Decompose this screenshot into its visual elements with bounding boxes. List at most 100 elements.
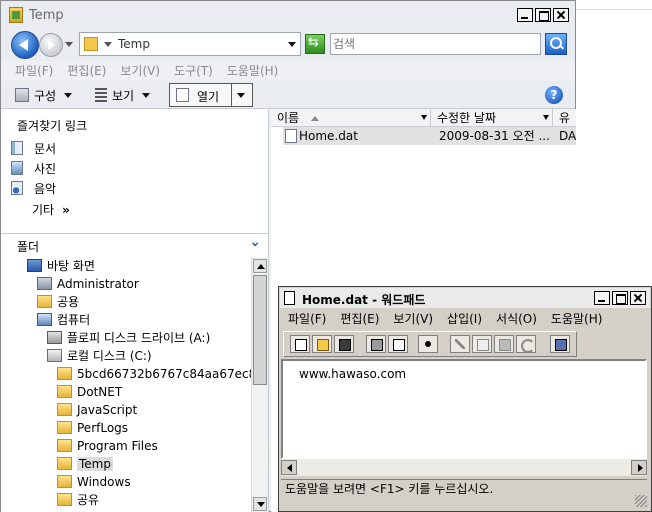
views-button[interactable]: 보기 (95, 86, 151, 104)
music-icon (11, 181, 23, 195)
tree-item-administrator[interactable]: Administrator (37, 275, 139, 292)
desktop-icon (27, 259, 42, 272)
new-document-icon[interactable] (290, 335, 310, 353)
wordpad-icon (284, 291, 295, 305)
column-name[interactable]: 이름 (271, 109, 431, 127)
tree-item-javascript[interactable]: JavaScript (57, 401, 137, 418)
document-text[interactable]: www.hawaso.com (299, 367, 406, 381)
organize-button[interactable]: 구성 (15, 86, 73, 104)
menu-file[interactable]: 파일(F) (15, 61, 53, 81)
recent-pages-dropdown-icon[interactable] (65, 42, 73, 47)
documents-icon (11, 141, 23, 155)
tree-item-temp[interactable]: Temp (57, 455, 113, 472)
resize-grip-icon[interactable] (635, 495, 647, 507)
tree-item-windows[interactable]: Windows (57, 473, 131, 490)
folder-icon (57, 385, 72, 398)
find-binoculars-icon[interactable] (418, 335, 438, 353)
search-field[interactable] (330, 33, 541, 55)
folder-icon (84, 37, 98, 51)
search-icon[interactable] (545, 33, 567, 55)
tree-item-program-files[interactable]: Program Files (57, 437, 158, 454)
column-filter-icon[interactable] (543, 115, 549, 120)
wordpad-titlebar[interactable]: Home.dat - 워드패드 (280, 288, 650, 308)
open-button[interactable]: 열기 (169, 83, 253, 107)
menu-edit[interactable]: 편집(E) (340, 309, 379, 329)
status-bar: 도움말을 보려면 <F1> 키를 누르십시오. (281, 479, 647, 497)
views-label: 보기 (112, 88, 135, 103)
horizontal-scrollbar[interactable] (281, 459, 647, 476)
tree-item-public[interactable]: 공용 (37, 293, 79, 310)
address-field[interactable]: Temp (79, 32, 301, 56)
breadcrumb-chevron-icon[interactable] (104, 42, 112, 47)
menu-insert[interactable]: 삽입(I) (447, 309, 482, 329)
print-icon[interactable] (366, 335, 386, 353)
favorite-pictures[interactable]: 사진 (11, 159, 56, 177)
favorite-music[interactable]: 음악 (11, 179, 56, 197)
folder-icon (57, 439, 72, 452)
scroll-left-icon[interactable] (281, 460, 297, 475)
folder-tree-scrollbar[interactable] (251, 257, 268, 512)
menu-view[interactable]: 보기(V) (120, 61, 160, 81)
back-arrow-icon[interactable] (11, 31, 39, 59)
menu-view[interactable]: 보기(V) (393, 309, 433, 329)
tree-item-dotnet[interactable]: DotNET (57, 383, 122, 400)
menu-file[interactable]: 파일(F) (288, 309, 326, 329)
menu-tools[interactable]: 도구(T) (174, 61, 213, 81)
folder-icon (57, 475, 72, 488)
date-time-icon[interactable] (550, 335, 570, 353)
folders-header[interactable]: 폴더 ⌄ (1, 233, 269, 255)
search-input[interactable] (333, 36, 537, 52)
tree-item-folder[interactable]: 5bcd66732b6767c84aa67ec8 (57, 365, 256, 382)
cut-icon[interactable] (450, 335, 470, 353)
undo-icon[interactable] (516, 335, 536, 353)
address-path[interactable]: Temp (118, 37, 150, 51)
document-area[interactable]: www.hawaso.com (281, 359, 647, 459)
views-icon (95, 88, 107, 102)
refresh-icon[interactable] (305, 34, 325, 54)
forward-arrow-icon[interactable] (39, 33, 63, 57)
wordpad-window: Home.dat - 워드패드 파일(F) 편집(E) 보기(V) 삽입(I) … (278, 286, 652, 512)
maximize-button[interactable] (612, 291, 628, 305)
save-disk-icon[interactable] (334, 335, 354, 353)
tree-item-local-disk[interactable]: 로컬 디스크 (C:) (47, 347, 152, 364)
menu-edit[interactable]: 편집(E) (67, 61, 106, 81)
close-button[interactable] (553, 8, 569, 22)
close-button[interactable] (630, 291, 646, 305)
tree-item-floppy[interactable]: 플로피 디스크 드라이브 (A:) (47, 329, 210, 346)
window-title: Temp (29, 8, 64, 23)
maximize-button[interactable] (535, 8, 551, 22)
favorite-links-title: 즐겨찾기 링크 (17, 119, 88, 133)
minimize-button[interactable] (594, 291, 610, 305)
chevron-down-icon[interactable]: ⌄ (249, 234, 261, 250)
favorite-documents[interactable]: 문서 (11, 139, 56, 157)
favorite-more[interactable]: 기타» (32, 201, 70, 218)
file-row[interactable]: Home.dat 2009-08-31 오전 ... DA (283, 127, 576, 145)
print-preview-icon[interactable] (388, 335, 408, 353)
tree-item-desktop[interactable]: 바탕 화면 (27, 257, 95, 274)
copy-icon[interactable] (472, 335, 492, 353)
explorer-titlebar[interactable]: Temp (1, 1, 575, 29)
scroll-right-icon[interactable] (631, 460, 647, 475)
tree-item-perflogs[interactable]: PerfLogs (57, 419, 128, 436)
tree-item-shared[interactable]: 공유 (57, 491, 99, 508)
menu-help[interactable]: 도움말(H) (551, 309, 603, 329)
scroll-down-icon[interactable] (253, 497, 267, 511)
organize-icon (15, 88, 29, 102)
organize-label: 구성 (34, 88, 57, 103)
column-modified[interactable]: 수정한 날짜 (431, 109, 553, 127)
address-dropdown-icon[interactable] (288, 42, 296, 47)
wordpad-menubar: 파일(F) 편집(E) 보기(V) 삽입(I) 서식(O) 도움말(H) (280, 309, 650, 329)
column-type[interactable]: 유형 (553, 109, 576, 143)
menu-format[interactable]: 서식(O) (496, 309, 537, 329)
column-filter-icon[interactable] (421, 115, 427, 120)
paste-icon[interactable] (494, 335, 514, 353)
tree-item-computer[interactable]: 컴퓨터 (37, 311, 90, 328)
open-dropdown-icon[interactable] (237, 93, 245, 98)
menu-help[interactable]: 도움말(H) (227, 61, 279, 81)
explorer-menubar: 파일(F) 편집(E) 보기(V) 도구(T) 도움말(H) (1, 61, 575, 81)
help-icon[interactable]: ? (545, 86, 563, 104)
scroll-up-icon[interactable] (253, 259, 267, 273)
open-folder-icon[interactable] (312, 335, 332, 353)
minimize-button[interactable] (517, 8, 533, 22)
scroll-thumb[interactable] (253, 275, 267, 385)
